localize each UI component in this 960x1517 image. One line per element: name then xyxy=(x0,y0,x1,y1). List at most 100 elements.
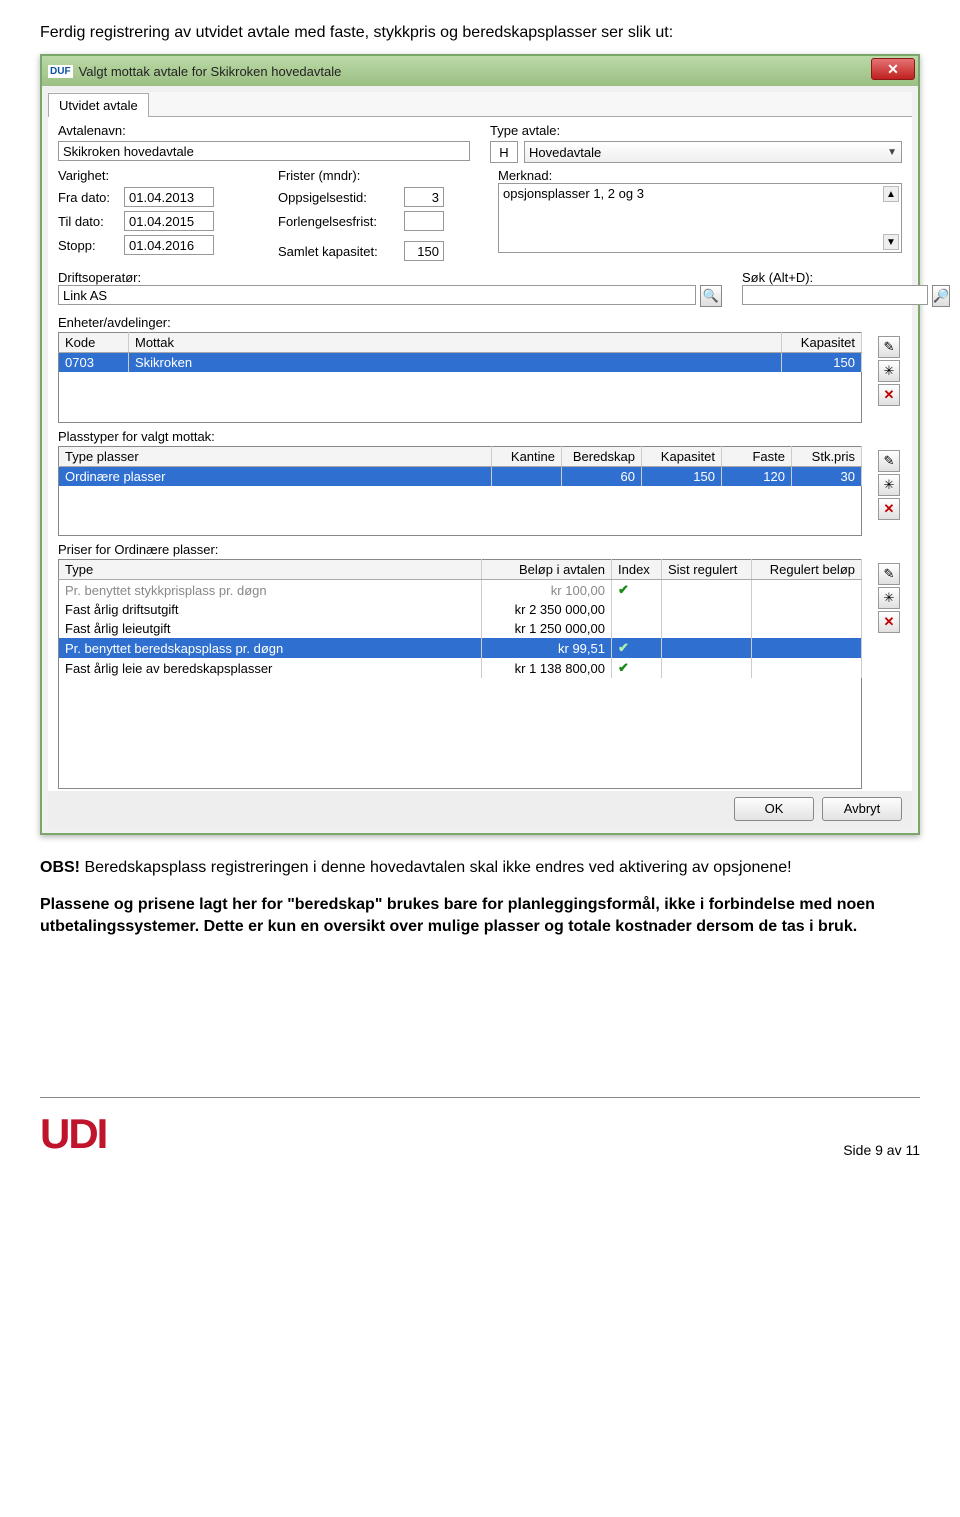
cell-index xyxy=(612,600,662,619)
check-icon: ✔ xyxy=(618,640,629,655)
til-dato-input[interactable] xyxy=(124,211,214,231)
obs-paragraph: OBS! Beredskapsplass registreringen i de… xyxy=(40,857,920,879)
th-index[interactable]: Index xyxy=(612,560,662,580)
add-button[interactable]: ✳ xyxy=(878,360,900,382)
cell-index xyxy=(612,619,662,638)
oppsigelsestid-input[interactable] xyxy=(404,187,444,207)
avtalenavn-input[interactable] xyxy=(58,141,470,161)
th-sist[interactable]: Sist regulert xyxy=(662,560,752,580)
plasstyper-table: Type plasser Kantine Beredskap Kapasitet… xyxy=(58,446,862,537)
delete-button[interactable]: ✕ xyxy=(878,498,900,520)
th-belop[interactable]: Beløp i avtalen xyxy=(482,560,612,580)
type-avtale-code: H xyxy=(490,141,518,163)
driftsoperator-search-button[interactable]: 🔍 xyxy=(700,285,722,307)
udi-logo: UDI xyxy=(40,1110,106,1158)
th-kapasitet[interactable]: Kapasitet xyxy=(782,333,862,353)
scroll-down-icon[interactable]: ▼ xyxy=(883,234,899,250)
pencil-icon: ✎ xyxy=(884,339,895,355)
cell-sist xyxy=(662,600,752,619)
th-mottak[interactable]: Mottak xyxy=(129,333,782,353)
cell-regulert xyxy=(752,600,862,619)
th-kantine[interactable]: Kantine xyxy=(492,446,562,466)
cell-type: Ordinære plasser xyxy=(59,466,492,486)
merknad-textarea[interactable]: opsjonsplasser 1, 2 og 3 ▲ ▼ xyxy=(498,183,902,253)
ok-button[interactable]: OK xyxy=(734,797,814,821)
add-button[interactable]: ✳ xyxy=(878,474,900,496)
th-stkpris[interactable]: Stk.pris xyxy=(792,446,862,466)
label-enheter: Enheter/avdelinger: xyxy=(48,311,912,330)
add-button[interactable]: ✳ xyxy=(878,587,900,609)
label-type-avtale: Type avtale: xyxy=(490,123,902,138)
th-type[interactable]: Type xyxy=(59,560,482,580)
close-button[interactable]: ✕ xyxy=(871,58,915,80)
forlengelsesfrist-input[interactable] xyxy=(404,211,444,231)
type-avtale-value: Hovedavtale xyxy=(529,145,601,160)
cell-sist xyxy=(662,619,752,638)
label-oppsigelsestid: Oppsigelsestid: xyxy=(278,190,398,205)
obs-label: OBS! xyxy=(40,859,80,876)
delete-button[interactable]: ✕ xyxy=(878,611,900,633)
x-icon: ✕ xyxy=(884,614,895,630)
table-row[interactable]: Fast årlig leie av beredskapsplasser kr … xyxy=(59,658,862,678)
delete-button[interactable]: ✕ xyxy=(878,384,900,406)
titlebar: DUF Valgt mottak avtale for Skikroken ho… xyxy=(42,56,918,86)
edit-button[interactable]: ✎ xyxy=(878,563,900,585)
table-row[interactable]: Fast årlig driftsutgift kr 2 350 000,00 xyxy=(59,600,862,619)
cell-kapasitet: 150 xyxy=(642,466,722,486)
dialog-window: DUF Valgt mottak avtale for Skikroken ho… xyxy=(40,54,920,835)
table-row[interactable]: Fast årlig leieutgift kr 1 250 000,00 xyxy=(59,619,862,638)
asterisk-icon: ✳ xyxy=(884,477,895,493)
asterisk-icon: ✳ xyxy=(884,363,895,379)
sok-button[interactable]: 🔎 xyxy=(932,285,950,307)
samlet-kapasitet-input[interactable] xyxy=(404,241,444,261)
cell-type: Fast årlig leieutgift xyxy=(59,619,482,638)
table-row[interactable]: Ordinære plasser 60 150 120 30 xyxy=(59,466,862,486)
table-row[interactable]: Pr. benyttet stykkprisplass pr. døgn kr … xyxy=(59,580,862,601)
cell-beredskap: 60 xyxy=(562,466,642,486)
edit-button[interactable]: ✎ xyxy=(878,450,900,472)
pencil-icon: ✎ xyxy=(884,453,895,469)
th-kapasitet2[interactable]: Kapasitet xyxy=(642,446,722,466)
table-row[interactable]: 0703 Skikroken 150 xyxy=(59,353,862,373)
cell-type: Fast årlig driftsutgift xyxy=(59,600,482,619)
th-regulert[interactable]: Regulert beløp xyxy=(752,560,862,580)
cell-belop: kr 1 138 800,00 xyxy=(482,658,612,678)
priser-table: Type Beløp i avtalen Index Sist regulert… xyxy=(58,559,862,789)
label-samlet-kapasitet: Samlet kapasitet: xyxy=(278,244,398,259)
explain-paragraph: Plassene og prisene lagt her for "bereds… xyxy=(40,894,920,937)
sok-input[interactable] xyxy=(742,285,928,305)
cell-kapasitet: 150 xyxy=(782,353,862,373)
cell-faste: 120 xyxy=(722,466,792,486)
cell-regulert xyxy=(752,658,862,678)
cell-belop: kr 100,00 xyxy=(482,580,612,601)
th-kode[interactable]: Kode xyxy=(59,333,129,353)
check-icon: ✔ xyxy=(618,660,629,675)
cell-sist xyxy=(662,638,752,658)
page-number: Side 9 av 11 xyxy=(843,1142,920,1158)
obs-text: Beredskapsplass registreringen i denne h… xyxy=(80,859,792,876)
stopp-input[interactable] xyxy=(124,235,214,255)
label-varighet: Varighet: xyxy=(58,168,109,183)
binoculars-icon: 🔎 xyxy=(933,288,949,304)
driftsoperator-input[interactable] xyxy=(58,285,696,305)
type-avtale-dropdown[interactable]: Hovedavtale ▼ xyxy=(524,141,902,163)
check-icon: ✔ xyxy=(618,582,629,597)
cell-index: ✔ xyxy=(612,638,662,658)
table-row[interactable]: Pr. benyttet beredskapsplass pr. døgn kr… xyxy=(59,638,862,658)
th-faste[interactable]: Faste xyxy=(722,446,792,466)
th-beredskap[interactable]: Beredskap xyxy=(562,446,642,466)
scroll-up-icon[interactable]: ▲ xyxy=(883,186,899,202)
th-type-plasser[interactable]: Type plasser xyxy=(59,446,492,466)
tab-utvidet-avtale[interactable]: Utvidet avtale xyxy=(48,93,149,117)
avbryt-button[interactable]: Avbryt xyxy=(822,797,902,821)
fra-dato-input[interactable] xyxy=(124,187,214,207)
asterisk-icon: ✳ xyxy=(884,590,895,606)
edit-button[interactable]: ✎ xyxy=(878,336,900,358)
page-divider xyxy=(40,1097,920,1098)
cell-regulert xyxy=(752,619,862,638)
cell-type: Pr. benyttet stykkprisplass pr. døgn xyxy=(59,580,482,601)
cell-mottak: Skikroken xyxy=(129,353,782,373)
label-avtalenavn: Avtalenavn: xyxy=(58,123,470,138)
cell-index: ✔ xyxy=(612,658,662,678)
search-icon: 🔍 xyxy=(703,288,719,304)
